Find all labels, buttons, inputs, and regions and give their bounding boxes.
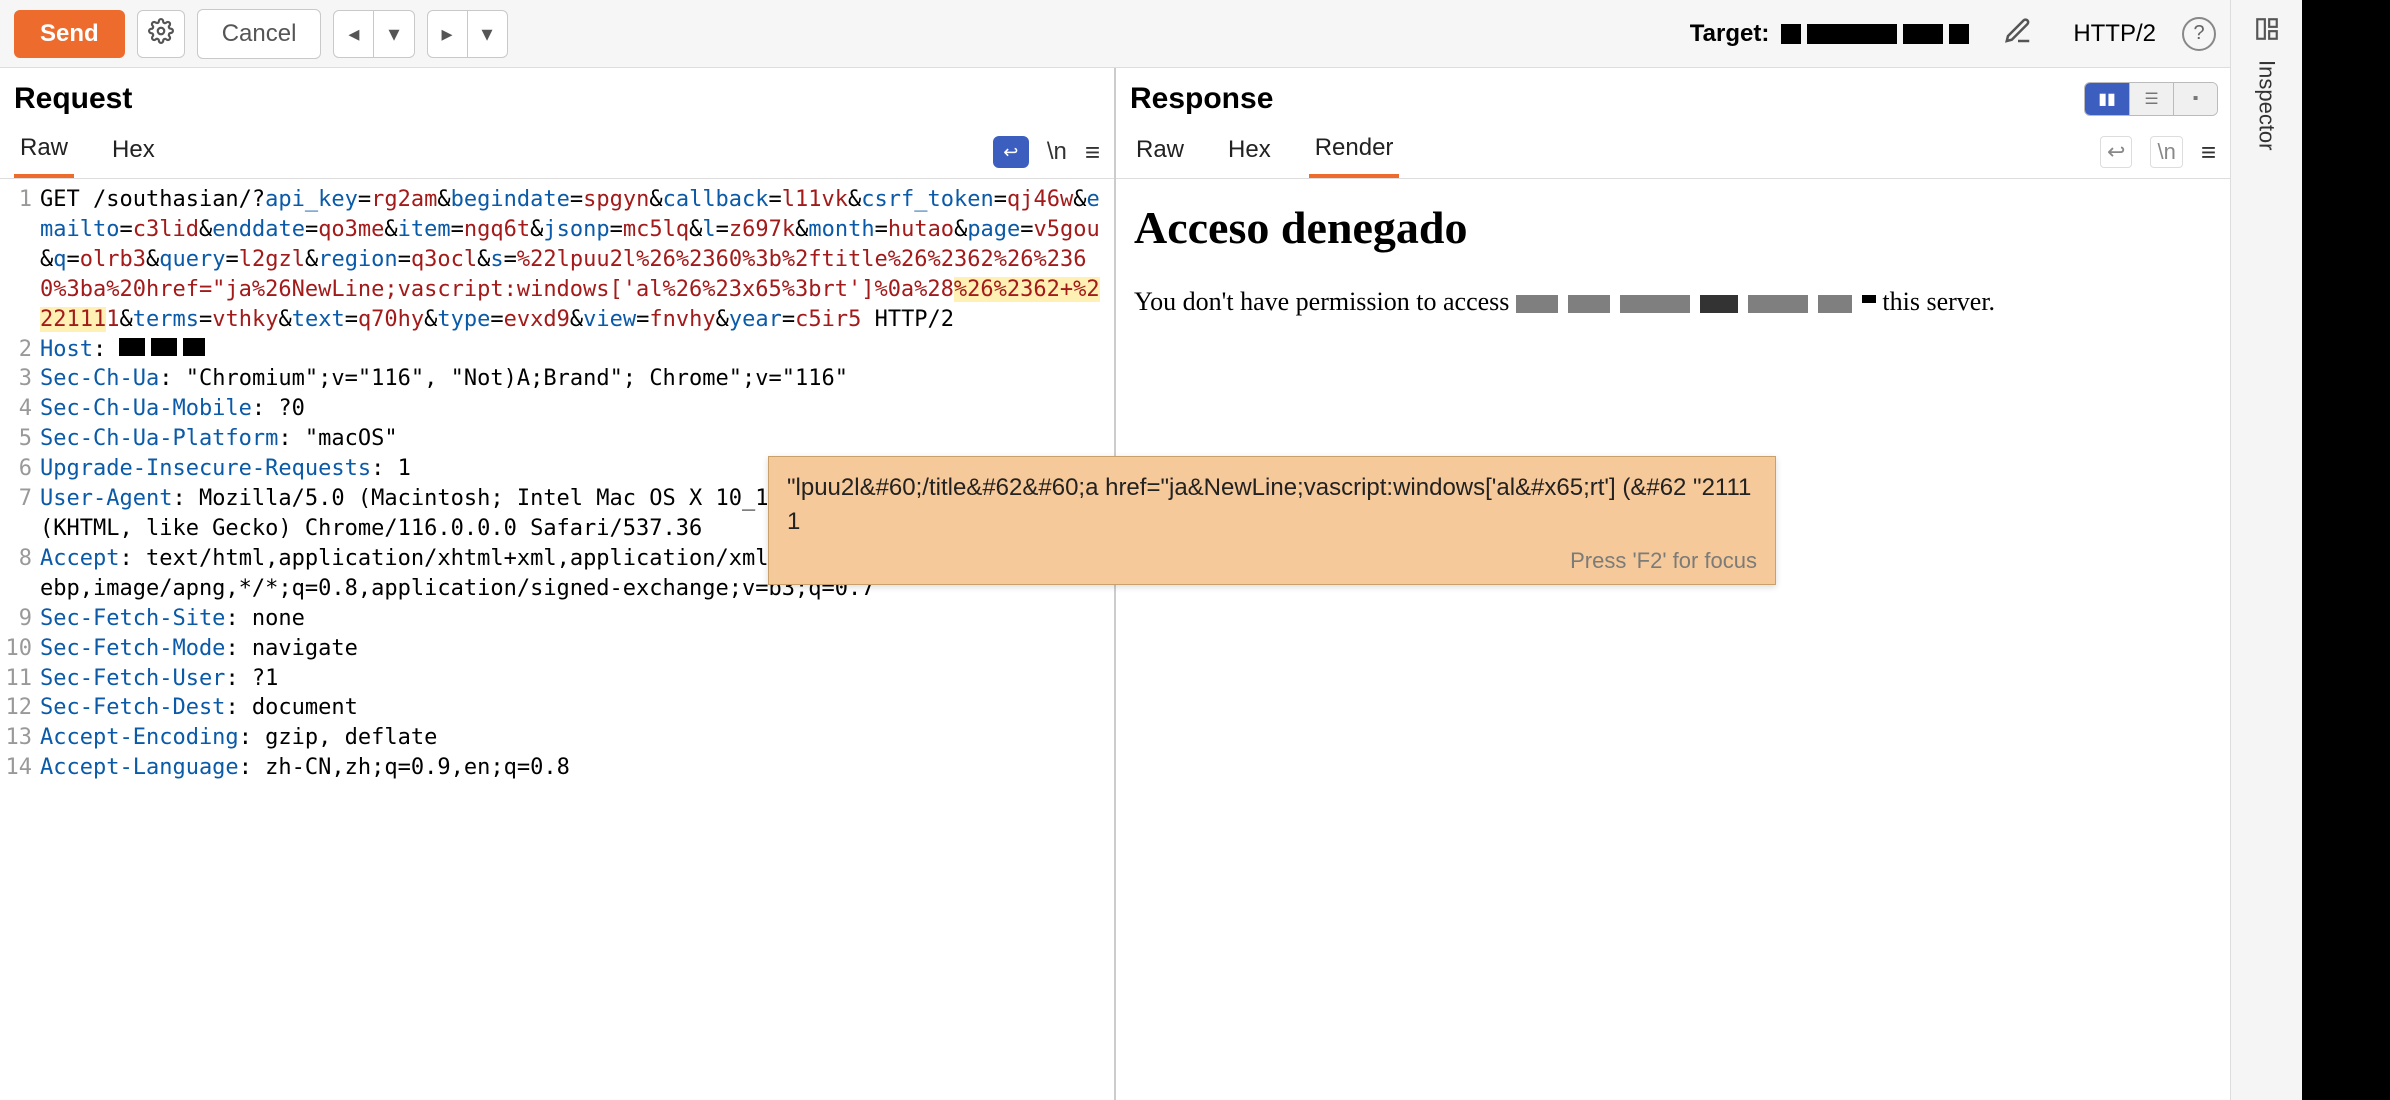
- code-line[interactable]: 4Sec-Ch-Ua-Mobile: ?0: [0, 394, 1114, 424]
- wrap-icon: ↩: [2107, 139, 2125, 164]
- question-icon: ?: [2193, 22, 2204, 45]
- response-tab-hex[interactable]: Hex: [1222, 128, 1277, 176]
- line-number: 3: [0, 364, 40, 394]
- response-title: Response: [1130, 82, 1273, 116]
- response-newlines-button[interactable]: \n: [2150, 136, 2182, 168]
- code-line[interactable]: 2Host:: [0, 335, 1114, 365]
- forward-dropdown[interactable]: ▾: [467, 11, 507, 57]
- target-value-redacted: [1781, 18, 1991, 50]
- response-tab-raw[interactable]: Raw: [1130, 128, 1190, 176]
- response-menu-button[interactable]: ≡: [2201, 137, 2216, 168]
- caret-down-icon: ▾: [388, 21, 399, 47]
- line-number: 6: [0, 454, 40, 484]
- layout-single-button[interactable]: ▪: [2173, 83, 2217, 115]
- code-line[interactable]: 13Accept-Encoding: gzip, deflate: [0, 723, 1114, 753]
- caret-down-icon: ▾: [482, 21, 493, 47]
- line-number: 1: [0, 185, 40, 215]
- back-button[interactable]: ◂: [334, 11, 373, 57]
- line-number: 2: [0, 335, 40, 365]
- send-button[interactable]: Send: [14, 10, 125, 58]
- code-line[interactable]: 5Sec-Ch-Ua-Platform: "macOS": [0, 424, 1114, 454]
- line-number: 5: [0, 424, 40, 454]
- line-number: 12: [0, 693, 40, 723]
- settings-button[interactable]: [137, 10, 185, 58]
- code-line[interactable]: 1GET /southasian/?api_key=rg2am&begindat…: [0, 185, 1114, 335]
- response-tab-render[interactable]: Render: [1309, 126, 1400, 178]
- hamburger-icon: ≡: [1085, 137, 1100, 167]
- toolbar: Send Cancel ◂ ▾ ▸ ▾ Target:: [0, 0, 2230, 68]
- tooltip-text: "lpuu2l&#60;/title&#62&#60;a href="ja&Ne…: [787, 471, 1757, 538]
- line-number: 8: [0, 544, 40, 574]
- line-number: 7: [0, 484, 40, 514]
- layout-rows-button[interactable]: ☰: [2129, 83, 2173, 115]
- line-number: 9: [0, 604, 40, 634]
- protocol-label: HTTP/2: [2073, 20, 2156, 48]
- edit-target-button[interactable]: [2003, 16, 2033, 51]
- wrap-icon: ↩: [1003, 142, 1018, 163]
- response-wrap-button[interactable]: ↩: [2100, 136, 2132, 168]
- decode-tooltip: "lpuu2l&#60;/title&#62&#60;a href="ja&Ne…: [768, 456, 1776, 585]
- line-number: 11: [0, 664, 40, 694]
- code-line[interactable]: 3Sec-Ch-Ua: "Chromium";v="116", "Not)A;B…: [0, 364, 1114, 394]
- chevron-right-icon: ▸: [442, 21, 453, 47]
- inspector-label: Inspector: [2254, 60, 2280, 151]
- tooltip-hint: Press 'F2' for focus: [787, 548, 1757, 574]
- line-number: 4: [0, 394, 40, 424]
- hamburger-icon: ≡: [2201, 137, 2216, 167]
- show-newlines-button[interactable]: \n: [1047, 138, 1067, 166]
- layout-columns-button[interactable]: ▮▮: [2085, 83, 2129, 115]
- request-tab-hex[interactable]: Hex: [106, 128, 161, 176]
- rows-icon: ☰: [2144, 89, 2158, 109]
- request-tabs: Raw Hex ↩ \n ≡: [0, 116, 1114, 179]
- wrap-toggle-button[interactable]: ↩: [993, 136, 1029, 168]
- response-render-body: Acceso denegado You don't have permissio…: [1116, 179, 2230, 341]
- inspector-icon: [2254, 16, 2280, 42]
- request-menu-button[interactable]: ≡: [1085, 137, 1100, 168]
- render-paragraph: You don't have permission to access this…: [1134, 284, 2212, 319]
- code-line[interactable]: 14Accept-Language: zh-CN,zh;q=0.9,en;q=0…: [0, 753, 1114, 783]
- request-title: Request: [14, 82, 132, 116]
- response-tabs: Raw Hex Render ↩ \n ≡: [1116, 116, 2230, 179]
- cancel-button[interactable]: Cancel: [197, 9, 322, 59]
- request-tab-raw[interactable]: Raw: [14, 126, 74, 178]
- help-button[interactable]: ?: [2182, 17, 2216, 51]
- render-heading: Acceso denegado: [1134, 201, 2212, 254]
- code-line[interactable]: 9Sec-Fetch-Site: none: [0, 604, 1114, 634]
- code-line[interactable]: 10Sec-Fetch-Mode: navigate: [0, 634, 1114, 664]
- line-number: 14: [0, 753, 40, 783]
- line-number: 13: [0, 723, 40, 753]
- layout-toggle: ▮▮ ☰ ▪: [2084, 82, 2218, 116]
- line-number: 10: [0, 634, 40, 664]
- window-edge: [2302, 0, 2390, 1100]
- history-back-group: ◂ ▾: [333, 10, 414, 58]
- back-dropdown[interactable]: ▾: [373, 11, 413, 57]
- redacted-value: [119, 335, 211, 365]
- columns-icon: ▮▮: [2098, 89, 2116, 109]
- render-redacted: [1516, 295, 1876, 313]
- chevron-left-icon: ◂: [348, 21, 359, 47]
- target-label: Target:: [1690, 20, 1770, 48]
- history-forward-group: ▸ ▾: [427, 10, 508, 58]
- inspector-sidebar[interactable]: Inspector: [2230, 0, 2302, 1100]
- square-icon: ▪: [2193, 90, 2199, 108]
- code-line[interactable]: 11Sec-Fetch-User: ?1: [0, 664, 1114, 694]
- forward-button[interactable]: ▸: [428, 11, 467, 57]
- gear-icon: [148, 18, 174, 50]
- code-line[interactable]: 12Sec-Fetch-Dest: document: [0, 693, 1114, 723]
